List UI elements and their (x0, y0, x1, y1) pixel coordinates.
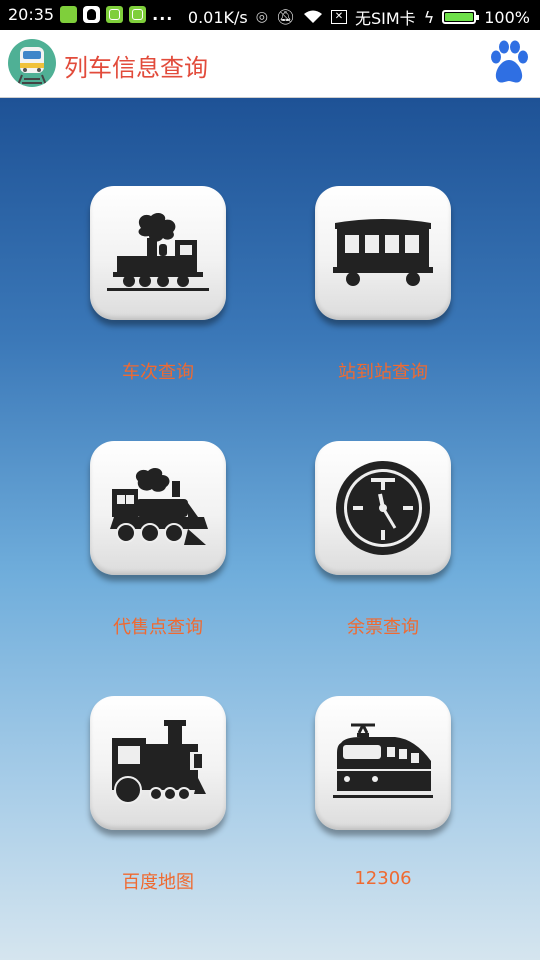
more-notifications: ... (152, 5, 174, 24)
station-to-station-label: 站到站查询 (338, 362, 428, 383)
steam-locomotive-icon (107, 213, 209, 291)
baidu-map-button[interactable] (90, 696, 226, 830)
12306-label: 12306 (354, 868, 412, 889)
menu-item-baidu-map[interactable]: 百度地图 (40, 696, 280, 926)
main-menu: 车次查询 站到站查询 代售点查询 余票查询 百度地图 12306 (0, 98, 540, 960)
status-bar: 20:35 ... 0.01K/s ◎ 🔕︎ ✕ 无SIM卡 ϟ 100% (0, 0, 540, 30)
battery-percent: 100% (484, 7, 530, 27)
app-logo (8, 39, 56, 87)
shield-notification-icon-2 (129, 6, 147, 23)
electric-train-icon (333, 723, 433, 798)
clock-icon (336, 461, 430, 555)
menu-item-station-to-station[interactable]: 站到站查询 (265, 186, 505, 416)
ticket-agency-label: 代售点查询 (113, 617, 203, 638)
station-to-station-button[interactable] (315, 186, 451, 320)
mute-bell-icon: 🔕︎ (275, 8, 295, 26)
menu-item-ticket-agency[interactable]: 代售点查询 (40, 441, 280, 671)
menu-item-train-number[interactable]: 车次查询 (40, 186, 280, 416)
12306-button[interactable] (315, 696, 451, 830)
menu-item-remaining-tickets[interactable]: 余票查询 (265, 441, 505, 671)
sim-status: 无SIM卡 (355, 9, 416, 28)
train-number-label: 车次查询 (122, 362, 194, 383)
sync-icon: ◎ (255, 9, 268, 25)
app-title: 列车信息查询 (64, 54, 208, 82)
baidu-paw-icon[interactable] (488, 40, 530, 86)
remaining-tickets-button[interactable] (315, 441, 451, 575)
steam-engine-icon (110, 468, 208, 545)
passenger-car-icon (333, 219, 433, 286)
remaining-tickets-label: 余票查询 (347, 617, 419, 638)
train-number-button[interactable] (90, 186, 226, 320)
charging-icon: ϟ (423, 7, 435, 27)
battery-icon (442, 10, 480, 24)
baidu-map-label: 百度地图 (122, 872, 194, 893)
app-bar: 列车信息查询 (0, 30, 540, 98)
ticket-agency-button[interactable] (90, 441, 226, 575)
menu-item-12306[interactable]: 12306 (265, 696, 505, 926)
notification-app-icon (60, 6, 78, 23)
shield-notification-icon (106, 6, 124, 23)
wifi-icon (304, 10, 322, 23)
locomotive-icon (112, 720, 206, 804)
qq-icon (83, 6, 101, 23)
clock-time: 20:35 (8, 5, 55, 24)
no-sim-icon: ✕ (331, 10, 347, 24)
network-speed: 0.01K/s (187, 7, 248, 27)
